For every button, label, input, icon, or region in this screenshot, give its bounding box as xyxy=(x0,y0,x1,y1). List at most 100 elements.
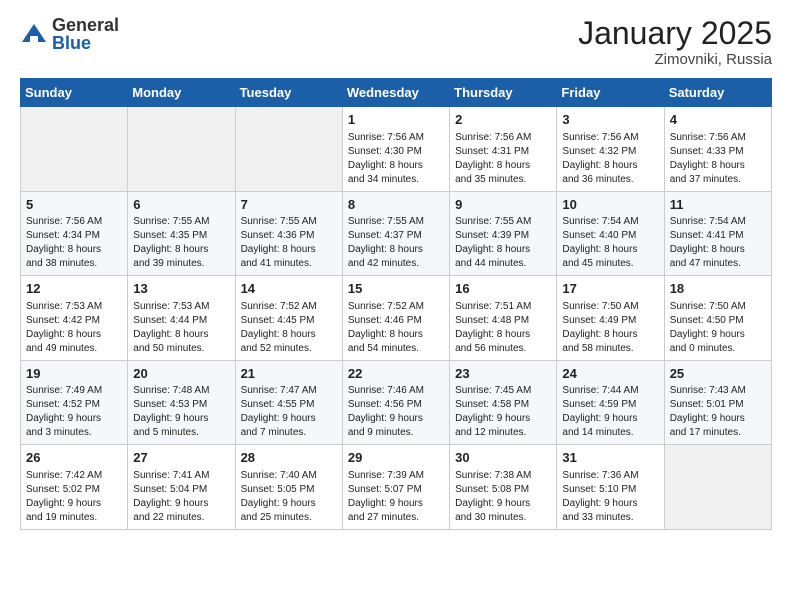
day-cell: 26 Sunrise: 7:42 AMSunset: 5:02 PMDayligh… xyxy=(21,445,128,530)
day-cell: 22Sunrise: 7:46 AMSunset: 4:56 PMDayligh… xyxy=(342,360,449,445)
day-number: 31 xyxy=(562,449,658,467)
day-cell xyxy=(21,107,128,192)
day-number: 7 xyxy=(241,196,337,214)
week-row-1: 1 Sunrise: 7:56 AMSunset: 4:30 PMDaylight… xyxy=(21,107,772,192)
day-number: 21 xyxy=(241,365,337,383)
logo-text: General Blue xyxy=(52,16,119,52)
day-cell: 24Sunrise: 7:44 AMSunset: 4:59 PMDayligh… xyxy=(557,360,664,445)
day-info: Sunrise: 7:54 AMSunset: 4:41 PMDaylight:… xyxy=(670,215,766,271)
day-cell: 28 Sunrise: 7:40 AMSunset: 5:05 PMDayligh… xyxy=(235,445,342,530)
location: Zimovniki, Russia xyxy=(578,51,772,68)
week-row-4: 19Sunrise: 7:49 AMSunset: 4:52 PMDayligh… xyxy=(21,360,772,445)
logo-icon xyxy=(20,20,48,48)
day-cell: 8Sunrise: 7:55 AMSunset: 4:37 PMDaylight… xyxy=(342,191,449,276)
header-tuesday: Tuesday xyxy=(235,79,342,107)
logo-general-text: General xyxy=(52,16,119,34)
day-number: 1 xyxy=(348,111,444,129)
day-cell: 30Sunrise: 7:38 AMSunset: 5:08 PMDayligh… xyxy=(450,445,557,530)
day-info: Sunrise: 7:56 AMSunset: 4:33 PMDaylight:… xyxy=(670,131,766,187)
logo-blue-text: Blue xyxy=(52,34,119,52)
day-number: 17 xyxy=(562,280,658,298)
day-info: Sunrise: 7:39 AMSunset: 5:07 PMDaylight:… xyxy=(348,469,444,525)
day-info: Sunrise: 7:41 AMSunset: 5:04 PMDaylight:… xyxy=(133,469,229,525)
day-number: 14 xyxy=(241,280,337,298)
day-number: 12 xyxy=(26,280,122,298)
header-thursday: Thursday xyxy=(450,79,557,107)
day-number: 20 xyxy=(133,365,229,383)
day-number: 22 xyxy=(348,365,444,383)
day-info: Sunrise: 7:53 AMSunset: 4:42 PMDaylight:… xyxy=(26,300,122,356)
day-cell: 17 Sunrise: 7:50 AMSunset: 4:49 PMDayligh… xyxy=(557,276,664,361)
day-number: 24 xyxy=(562,365,658,383)
day-info: Sunrise: 7:50 AMSunset: 4:49 PMDaylight:… xyxy=(562,300,658,356)
day-number: 3 xyxy=(562,111,658,129)
week-row-3: 12 Sunrise: 7:53 AMSunset: 4:42 PMDayligh… xyxy=(21,276,772,361)
header-sunday: Sunday xyxy=(21,79,128,107)
day-cell: 21Sunrise: 7:47 AMSunset: 4:55 PMDayligh… xyxy=(235,360,342,445)
day-info: Sunrise: 7:55 AMSunset: 4:37 PMDaylight:… xyxy=(348,215,444,271)
header-wednesday: Wednesday xyxy=(342,79,449,107)
month-title: January 2025 xyxy=(578,16,772,51)
header-saturday: Saturday xyxy=(664,79,771,107)
day-info: Sunrise: 7:55 AMSunset: 4:39 PMDaylight:… xyxy=(455,215,551,271)
day-info: Sunrise: 7:48 AMSunset: 4:53 PMDaylight:… xyxy=(133,384,229,440)
day-cell xyxy=(664,445,771,530)
day-number: 5 xyxy=(26,196,122,214)
day-info: Sunrise: 7:56 AMSunset: 4:32 PMDaylight:… xyxy=(562,131,658,187)
day-number: 6 xyxy=(133,196,229,214)
day-info: Sunrise: 7:40 AMSunset: 5:05 PMDaylight:… xyxy=(241,469,337,525)
day-info: Sunrise: 7:53 AMSunset: 4:44 PMDaylight:… xyxy=(133,300,229,356)
day-info: Sunrise: 7:54 AMSunset: 4:40 PMDaylight:… xyxy=(562,215,658,271)
header-friday: Friday xyxy=(557,79,664,107)
day-cell: 16 Sunrise: 7:51 AMSunset: 4:48 PMDayligh… xyxy=(450,276,557,361)
day-cell: 6Sunrise: 7:55 AMSunset: 4:35 PMDaylight… xyxy=(128,191,235,276)
day-info: Sunrise: 7:43 AMSunset: 5:01 PMDaylight:… xyxy=(670,384,766,440)
day-number: 19 xyxy=(26,365,122,383)
day-cell: 10Sunrise: 7:54 AMSunset: 4:40 PMDayligh… xyxy=(557,191,664,276)
day-number: 29 xyxy=(348,449,444,467)
day-info: Sunrise: 7:44 AMSunset: 4:59 PMDaylight:… xyxy=(562,384,658,440)
day-info: Sunrise: 7:56 AMSunset: 4:30 PMDaylight:… xyxy=(348,131,444,187)
day-cell: 1 Sunrise: 7:56 AMSunset: 4:30 PMDaylight… xyxy=(342,107,449,192)
title-area: January 2025 Zimovniki, Russia xyxy=(578,16,772,68)
day-cell: 25Sunrise: 7:43 AMSunset: 5:01 PMDayligh… xyxy=(664,360,771,445)
day-cell: 13 Sunrise: 7:53 AMSunset: 4:44 PMDayligh… xyxy=(128,276,235,361)
day-info: Sunrise: 7:45 AMSunset: 4:58 PMDaylight:… xyxy=(455,384,551,440)
day-cell: 2Sunrise: 7:56 AMSunset: 4:31 PMDaylight… xyxy=(450,107,557,192)
day-cell: 31 Sunrise: 7:36 AMSunset: 5:10 PMDayligh… xyxy=(557,445,664,530)
day-info: Sunrise: 7:52 AMSunset: 4:46 PMDaylight:… xyxy=(348,300,444,356)
day-info: Sunrise: 7:50 AMSunset: 4:50 PMDaylight:… xyxy=(670,300,766,356)
day-info: Sunrise: 7:55 AMSunset: 4:35 PMDaylight:… xyxy=(133,215,229,271)
day-number: 10 xyxy=(562,196,658,214)
weekday-header-row: Sunday Monday Tuesday Wednesday Thursday… xyxy=(21,79,772,107)
week-row-5: 26 Sunrise: 7:42 AMSunset: 5:02 PMDayligh… xyxy=(21,445,772,530)
day-info: Sunrise: 7:55 AMSunset: 4:36 PMDaylight:… xyxy=(241,215,337,271)
day-cell: 4 Sunrise: 7:56 AMSunset: 4:33 PMDaylight… xyxy=(664,107,771,192)
day-number: 13 xyxy=(133,280,229,298)
day-number: 28 xyxy=(241,449,337,467)
day-info: Sunrise: 7:42 AMSunset: 5:02 PMDaylight:… xyxy=(26,469,122,525)
day-cell: 19Sunrise: 7:49 AMSunset: 4:52 PMDayligh… xyxy=(21,360,128,445)
day-number: 9 xyxy=(455,196,551,214)
day-number: 4 xyxy=(670,111,766,129)
day-info: Sunrise: 7:46 AMSunset: 4:56 PMDaylight:… xyxy=(348,384,444,440)
day-info: Sunrise: 7:56 AMSunset: 4:31 PMDaylight:… xyxy=(455,131,551,187)
day-cell: 27Sunrise: 7:41 AMSunset: 5:04 PMDayligh… xyxy=(128,445,235,530)
day-cell: 23Sunrise: 7:45 AMSunset: 4:58 PMDayligh… xyxy=(450,360,557,445)
day-number: 25 xyxy=(670,365,766,383)
day-number: 16 xyxy=(455,280,551,298)
page: General Blue January 2025 Zimovniki, Rus… xyxy=(0,0,792,612)
day-info: Sunrise: 7:47 AMSunset: 4:55 PMDaylight:… xyxy=(241,384,337,440)
day-info: Sunrise: 7:36 AMSunset: 5:10 PMDaylight:… xyxy=(562,469,658,525)
day-cell xyxy=(128,107,235,192)
day-cell: 29 Sunrise: 7:39 AMSunset: 5:07 PMDayligh… xyxy=(342,445,449,530)
day-info: Sunrise: 7:51 AMSunset: 4:48 PMDaylight:… xyxy=(455,300,551,356)
day-number: 15 xyxy=(348,280,444,298)
day-cell: 11Sunrise: 7:54 AMSunset: 4:41 PMDayligh… xyxy=(664,191,771,276)
day-number: 23 xyxy=(455,365,551,383)
day-number: 11 xyxy=(670,196,766,214)
day-cell: 7Sunrise: 7:55 AMSunset: 4:36 PMDaylight… xyxy=(235,191,342,276)
day-number: 26 xyxy=(26,449,122,467)
day-number: 30 xyxy=(455,449,551,467)
calendar-table: Sunday Monday Tuesday Wednesday Thursday… xyxy=(20,78,772,530)
